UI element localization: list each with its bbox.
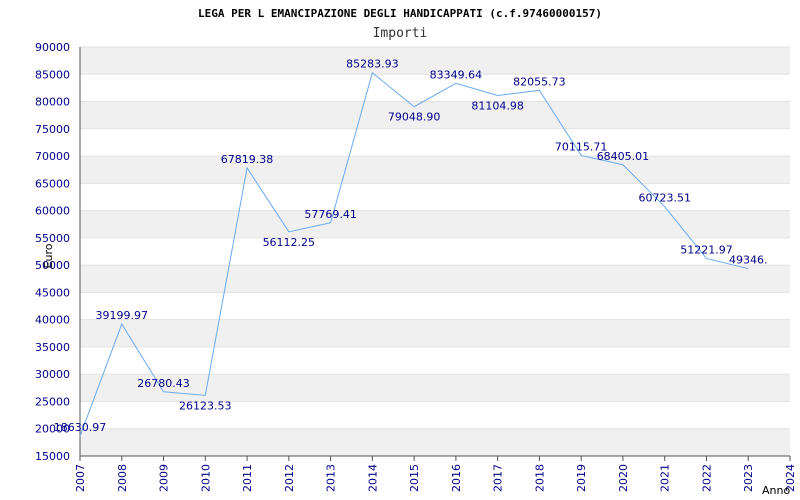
chart-title: LEGA PER L EMANCIPAZIONE DEGLI HANDICAPP…: [198, 7, 602, 20]
y-tick-label: 30000: [35, 368, 70, 381]
y-axis-label: Euro: [42, 243, 55, 268]
x-tick-label: 2010: [199, 464, 212, 492]
x-tick-label: 2014: [366, 464, 379, 492]
x-tick-label: 2015: [408, 464, 421, 492]
grid-band: [80, 428, 790, 456]
y-tick-label: 60000: [35, 205, 70, 218]
y-tick-label: 80000: [35, 96, 70, 109]
x-tick-label: 2022: [700, 464, 713, 492]
grid-band: [80, 210, 790, 238]
x-tick-label: 2021: [659, 464, 672, 492]
data-label: 79048.90: [388, 111, 441, 124]
x-tick-label: 2009: [158, 464, 171, 492]
x-tick-label: 2007: [74, 464, 87, 492]
data-label: 81104.98: [471, 100, 524, 113]
data-label: 51221.97: [680, 243, 733, 256]
data-label: 18630.97: [54, 421, 107, 434]
x-tick-label: 2008: [116, 464, 129, 492]
y-tick-label: 45000: [35, 286, 70, 299]
x-axis-ticks: 2007 2008 2009 2010 2011 2012 2013 2014 2015 2016…: [74, 456, 797, 492]
data-label: 39199.97: [96, 309, 149, 322]
y-tick-label: 85000: [35, 68, 70, 81]
data-label: 67819.38: [221, 153, 274, 166]
y-tick-label: 55000: [35, 232, 70, 245]
x-axis-label: Anno: [762, 484, 790, 497]
y-tick-label: 90000: [35, 41, 70, 54]
x-tick-label: 2023: [742, 464, 755, 492]
grid-band: [80, 265, 790, 293]
data-label: 56112.25: [263, 236, 316, 249]
data-label: 83349.64: [430, 68, 483, 81]
grid-band: [80, 156, 790, 184]
y-tick-label: 25000: [35, 395, 70, 408]
data-label: 68405.01: [597, 150, 650, 163]
y-tick-label: 75000: [35, 123, 70, 136]
grid-band: [80, 319, 790, 347]
data-label: 57769.41: [304, 208, 357, 221]
y-tick-label: 15000: [35, 450, 70, 463]
data-label: 82055.73: [513, 75, 566, 88]
x-tick-label: 2013: [325, 464, 338, 492]
line-chart: 1500020000250003000035000400004500050000…: [35, 7, 797, 497]
y-tick-label: 40000: [35, 314, 70, 327]
chart-subtitle: Importi: [373, 26, 428, 41]
data-label: 85283.93: [346, 58, 399, 71]
y-tick-label: 35000: [35, 341, 70, 354]
y-tick-label: 70000: [35, 150, 70, 163]
x-tick-label: 2018: [533, 464, 546, 492]
x-tick-label: 2011: [241, 464, 254, 492]
x-tick-label: 2020: [617, 464, 630, 492]
data-label: 26780.43: [137, 377, 190, 390]
x-tick-label: 2016: [450, 464, 463, 492]
data-label: 60723.51: [638, 192, 691, 205]
x-tick-label: 2012: [283, 464, 296, 492]
x-tick-label: 2017: [492, 464, 505, 492]
x-tick-label: 2019: [575, 464, 588, 492]
y-tick-label: 65000: [35, 177, 70, 190]
data-label: 26123.53: [179, 399, 232, 412]
data-label: 49346.: [729, 254, 768, 267]
